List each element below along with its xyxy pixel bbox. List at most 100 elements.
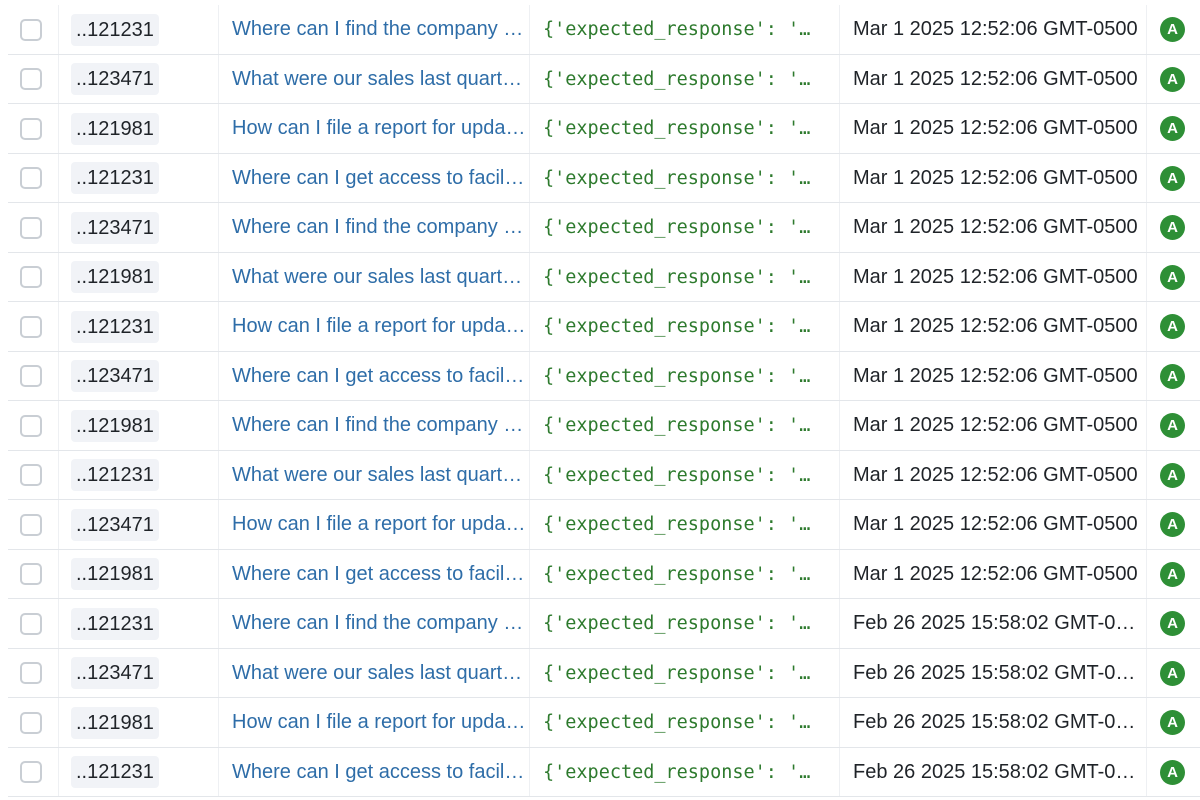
example-id[interactable]: ..121981 [71,112,159,145]
table-row[interactable]: ..121231 Where can I get access to facil… [0,747,1200,798]
row-select-checkbox[interactable] [20,612,42,635]
table-row[interactable]: ..121231 Where can I find the company po… [0,5,1200,55]
created-at-value: Mar 1 2025 12:52:06 GMT-0500 [853,562,1138,585]
column-divider [58,351,59,400]
example-id[interactable]: ..121981 [71,558,159,590]
question-link[interactable]: What were our sales last quarter in the … [232,68,528,91]
column-divider [529,500,530,549]
row-select-checkbox[interactable] [20,266,42,288]
row-select-checkbox[interactable] [20,117,42,140]
question-link[interactable]: Where can I find the company policy on r… [232,612,528,635]
example-id[interactable]: ..121231 [71,607,159,640]
avatar[interactable]: A [1160,215,1185,240]
example-id[interactable]: ..121981 [71,409,159,442]
row-select-cell [20,550,48,599]
avatar[interactable]: A [1160,363,1185,389]
avatar[interactable]: A [1160,462,1185,488]
created-at-cell: Mar 1 2025 12:52:06 GMT-0500 [853,302,1139,351]
avatar[interactable]: A [1160,660,1185,686]
question-link[interactable]: Where can I get access to facilities sup… [232,167,528,190]
example-id[interactable]: ..121231 [71,756,159,788]
column-divider [839,549,840,598]
row-select-checkbox[interactable] [20,18,42,41]
question-link[interactable]: How can I file a report for updated expe… [232,315,528,338]
avatar[interactable]: A [1160,413,1185,438]
table-row[interactable]: ..123471 How can I file a report for upd… [0,500,1200,550]
owner-cell: A [1160,253,1190,302]
row-select-checkbox[interactable] [20,216,42,239]
example-id[interactable]: ..121981 [71,706,159,739]
question-link[interactable]: What were our sales last quarter in the … [232,662,528,685]
created-at-value: Feb 26 2025 15:58:02 GMT-0500 [853,661,1139,684]
table-row[interactable]: ..121231 Where can I get access to facil… [0,153,1200,204]
example-id[interactable]: ..123471 [71,508,159,541]
avatar[interactable]: A [1160,66,1185,92]
example-id[interactable]: ..123471 [71,360,159,392]
row-select-checkbox[interactable] [20,414,42,437]
table-row[interactable]: ..121231 What were our sales last quarte… [0,450,1200,501]
table-row[interactable]: ..123471 Where can I get access to facil… [0,351,1200,402]
table-row[interactable]: ..121981 What were our sales last quarte… [0,252,1200,303]
example-id[interactable]: ..123471 [71,657,159,689]
row-select-checkbox[interactable] [20,563,42,585]
row-select-checkbox[interactable] [20,761,42,783]
question-link[interactable]: How can I file a report for updated expe… [232,513,528,536]
table-row[interactable]: ..121231 How can I file a report for upd… [0,302,1200,352]
avatar[interactable]: A [1160,561,1185,587]
example-id[interactable]: ..123471 [71,63,159,95]
table-row[interactable]: ..121981 Where can I get access to facil… [0,549,1200,600]
question-link[interactable]: Where can I find the company policy on r… [232,18,528,41]
column-divider [1146,599,1147,648]
avatar[interactable]: A [1160,512,1185,537]
row-select-cell [20,599,48,648]
question-link[interactable]: How can I file a report for updated expe… [232,117,528,140]
row-select-checkbox[interactable] [20,365,42,387]
avatar[interactable]: A [1160,165,1185,191]
example-id[interactable]: ..123471 [71,211,159,244]
example-id[interactable]: ..121981 [71,261,159,293]
question-link[interactable]: Where can I find the company policy on r… [232,414,528,437]
example-id[interactable]: ..121231 [71,162,159,194]
column-divider [58,302,59,351]
row-select-cell [20,203,48,252]
column-divider [529,153,530,202]
id-cell: ..121231 [71,302,211,351]
avatar[interactable]: A [1160,17,1185,42]
avatar[interactable]: A [1160,116,1185,141]
question-link[interactable]: Where can I get access to facilities sup… [232,563,528,586]
question-link[interactable]: Where can I find the company policy on r… [232,216,528,239]
avatar[interactable]: A [1160,314,1185,339]
row-select-checkbox[interactable] [20,662,42,684]
table-row[interactable]: ..121981 How can I file a report for upd… [0,698,1200,748]
avatar[interactable]: A [1160,264,1185,290]
example-id[interactable]: ..121231 [71,310,159,343]
question-link[interactable]: Where can I get access to facilities sup… [232,761,528,784]
row-select-checkbox[interactable] [20,513,42,536]
column-divider [58,450,59,499]
avatar[interactable]: A [1160,710,1185,735]
question-link[interactable]: What were our sales last quarter in the … [232,266,528,289]
expected-output-value: {'expected_response': 'Sales last quarte… [543,464,819,486]
table-row[interactable]: ..121981 How can I file a report for upd… [0,104,1200,154]
row-select-checkbox[interactable] [20,711,42,734]
id-cell: ..121981 [71,550,211,599]
question-link[interactable]: What were our sales last quarter in the … [232,464,528,487]
example-id[interactable]: ..121231 [71,459,159,491]
avatar[interactable]: A [1160,759,1185,785]
table-row[interactable]: ..123471 What were our sales last quarte… [0,648,1200,699]
example-id[interactable]: ..121231 [71,13,159,46]
table-row[interactable]: ..123471 Where can I find the company po… [0,203,1200,253]
row-select-checkbox[interactable] [20,464,42,486]
row-select-checkbox[interactable] [20,167,42,189]
question-link[interactable]: Where can I get access to facilities sup… [232,365,528,388]
row-select-checkbox[interactable] [20,68,42,90]
column-divider [529,104,530,153]
column-divider [1146,747,1147,796]
row-select-checkbox[interactable] [20,315,42,338]
table-row[interactable]: ..121981 Where can I find the company po… [0,401,1200,451]
table-row[interactable]: ..121231 Where can I find the company po… [0,599,1200,649]
question-link[interactable]: How can I file a report for updated expe… [232,711,528,734]
avatar[interactable]: A [1160,611,1185,636]
created-at-value: Feb 26 2025 15:58:02 GMT-0500 [853,760,1139,783]
table-row[interactable]: ..123471 What were our sales last quarte… [0,54,1200,105]
